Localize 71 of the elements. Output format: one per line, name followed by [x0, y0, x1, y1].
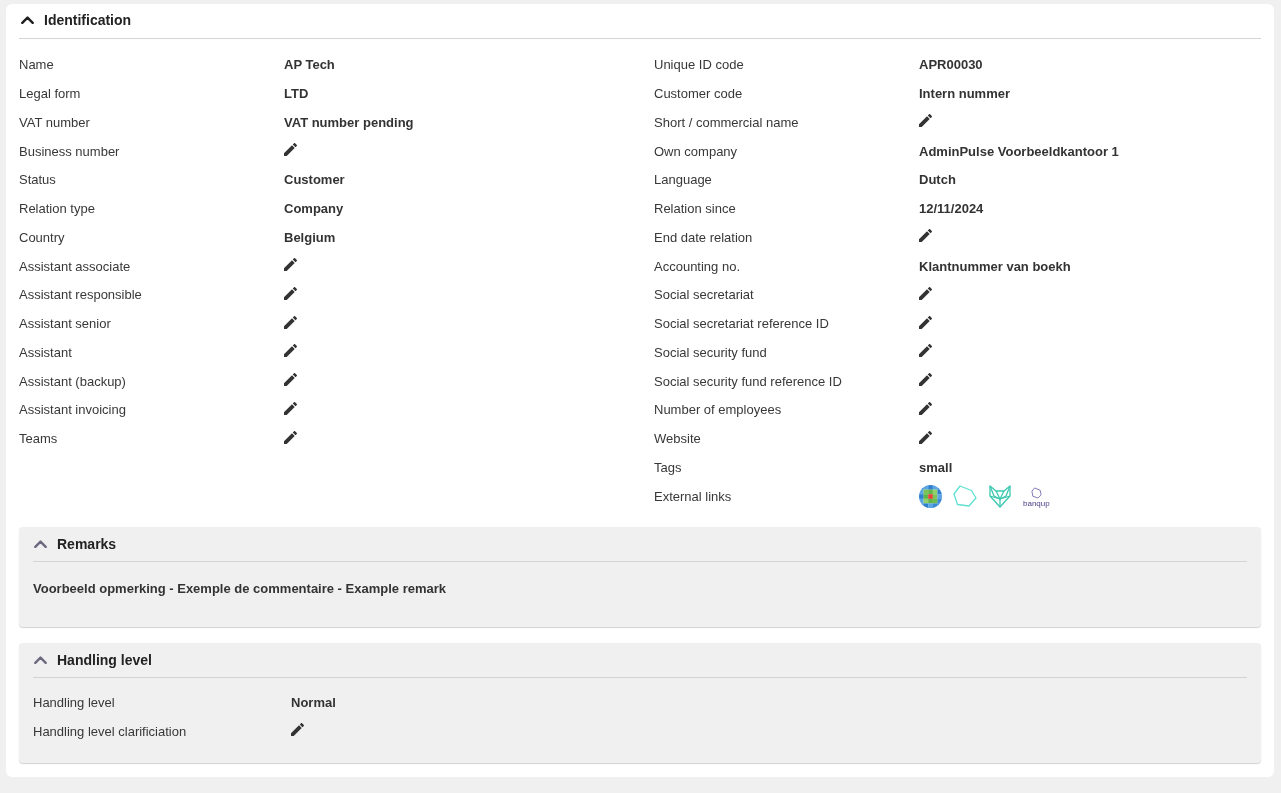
logo-caption: banqup — [1023, 500, 1050, 509]
field-label: Assistant senior — [19, 316, 111, 332]
field-value: Customer — [284, 172, 345, 188]
field-value: AP Tech — [284, 57, 335, 73]
field-label: Customer code — [654, 86, 743, 102]
pencil-icon[interactable] — [919, 373, 932, 387]
pencil-icon[interactable] — [284, 143, 297, 157]
field-label: Social secretariat — [654, 287, 754, 303]
pencil-icon[interactable] — [919, 286, 932, 300]
field-value: VAT number pending — [284, 114, 414, 130]
field-value: AdminPulse Voorbeeldkantoor 1 — [919, 143, 1119, 159]
field-label: Short / commercial name — [654, 114, 799, 130]
field-label: Social secretariat reference ID — [654, 316, 829, 332]
field-value: APR00030 — [919, 57, 983, 73]
pencil-icon[interactable] — [919, 430, 932, 444]
pencil-icon[interactable] — [919, 401, 932, 415]
field-label: Country — [19, 229, 65, 245]
field-value: LTD — [284, 86, 309, 102]
field-label: External links — [654, 488, 732, 504]
pencil-icon[interactable] — [284, 315, 297, 329]
field-label: Handling level clarificiation — [33, 723, 187, 739]
pencil-icon[interactable] — [919, 229, 932, 243]
field-value: Normal — [291, 695, 336, 711]
field-label: Language — [654, 172, 712, 188]
field-label: Website — [654, 431, 701, 447]
field-label: Social security fund reference ID — [654, 373, 842, 389]
field-label: Own company — [654, 143, 738, 159]
pencil-icon[interactable] — [284, 344, 297, 358]
field-value: Dutch — [919, 172, 956, 188]
field-label: Accounting no. — [654, 258, 740, 274]
field-label: Relation since — [654, 201, 736, 217]
field-label: Unique ID code — [654, 57, 744, 73]
pencil-icon[interactable] — [284, 373, 297, 387]
field-label: Social security fund — [654, 344, 767, 360]
field-label: Business number — [19, 143, 120, 159]
chevron-up-icon[interactable] — [21, 16, 34, 24]
field-label: End date relation — [654, 229, 753, 245]
panel-title: Remarks — [57, 535, 117, 552]
pencil-icon[interactable] — [284, 258, 297, 272]
field-label: Number of employees — [654, 402, 782, 418]
polygon-logo-icon[interactable] — [1030, 487, 1042, 500]
field-label: VAT number — [19, 114, 90, 130]
field-label: Assistant — [19, 344, 72, 360]
remark-text: Voorbeeld opmerking - Exemple de commentaire - Example remark — [33, 580, 446, 596]
field-value: Klantnummer van boekh — [919, 258, 1071, 274]
field-label: Handling level — [33, 695, 115, 711]
field-label: Relation type — [19, 201, 95, 217]
field-label: Assistant invoicing — [19, 402, 126, 418]
pencil-icon[interactable] — [284, 430, 297, 444]
field-label: Legal form — [19, 86, 81, 102]
pencil-icon[interactable] — [919, 344, 932, 358]
mosaic-circle-icon[interactable] — [919, 484, 942, 508]
field-label: Tags — [654, 459, 682, 475]
section-title: Identification — [44, 12, 132, 28]
field-label: Assistant associate — [19, 258, 131, 274]
field-value: small — [919, 459, 953, 475]
field-label: Status — [19, 172, 56, 188]
field-label: Teams — [19, 431, 58, 447]
pencil-icon[interactable] — [919, 315, 932, 329]
pencil-icon[interactable] — [284, 401, 297, 415]
pencil-icon[interactable] — [919, 114, 932, 128]
field-label: Assistant responsible — [19, 287, 142, 303]
field-value: 12/11/2024 — [919, 201, 984, 217]
pencil-icon[interactable] — [284, 286, 297, 300]
field-label: Assistant (backup) — [19, 373, 126, 389]
field-value: Belgium — [284, 229, 336, 245]
field-value: Intern nummer — [919, 86, 1010, 102]
field-value: Company — [284, 201, 344, 217]
panel-title: Handling level — [57, 651, 152, 668]
field-label: Name — [19, 57, 54, 73]
pencil-icon[interactable] — [291, 723, 304, 737]
